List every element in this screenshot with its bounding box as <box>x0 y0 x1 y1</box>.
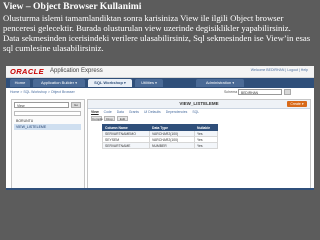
schema-select[interactable]: BEDIRHAN <box>238 89 282 95</box>
object-detail-panel: VIEW_LISTELEME Create ▾ View Code Data G… <box>87 99 311 189</box>
compile-button[interactable]: Compile <box>91 116 103 121</box>
drop-button[interactable]: Drop <box>104 116 115 121</box>
table-cell: NUMBER <box>149 142 195 149</box>
slide-description-line: penceresi gelecektir. Burada olusturulan… <box>3 23 291 33</box>
slide-title: View – Object Browser Kullanimi <box>3 1 142 12</box>
tab-sql-workshop[interactable]: SQL Workshop ▾ <box>88 79 132 87</box>
chevron-down-icon: ▾ <box>75 81 78 85</box>
tab-sql-workshop-label: SQL Workshop <box>94 80 123 85</box>
chevron-down-icon: ▾ <box>155 81 157 85</box>
table-cell: Yes <box>194 142 218 149</box>
view-name-title: VIEW_LISTELEME <box>179 101 219 106</box>
schema-go-button[interactable] <box>284 89 291 95</box>
slide-description-line: sql cumlesine ulasabilirsiniz. <box>3 43 104 53</box>
slide-description-line: Data sekmesinden icerisindeki verilere u… <box>3 33 311 43</box>
apex-header: ORACLE Application Express Welcome BEDIR… <box>6 66 314 78</box>
subtab-view[interactable]: View <box>91 110 99 114</box>
subtab-data[interactable]: Data <box>117 110 124 114</box>
view-title-bar: VIEW_LISTELEME Create ▾ <box>88 100 310 109</box>
object-list-panel: View Go BORUNTU VIEW_LISTELEME <box>11 99 85 189</box>
slide-description-line: Olusturma islemi tamamlandiktan sonra ka… <box>3 13 284 23</box>
object-search-input[interactable] <box>14 111 81 116</box>
schema-label: Schema <box>224 90 238 94</box>
tab-administration-label: Administration <box>205 80 232 85</box>
slide-description: Olusturma islemi tamamlandiktan sonra ka… <box>3 13 319 53</box>
object-list-item-selected[interactable]: VIEW_LISTELEME <box>14 124 81 130</box>
subtab-ui-defaults[interactable]: UI Defaults <box>144 110 161 114</box>
tab-home-label: Home <box>14 80 26 85</box>
object-type-select[interactable]: View <box>14 102 69 108</box>
app-name: Application Express <box>50 68 103 74</box>
tab-application-builder[interactable]: Application Builder ▾ <box>33 79 85 87</box>
tab-utilities-label: Utilities <box>141 80 154 85</box>
object-subtabs: View Code Data Grants UI Defaults Depend… <box>91 110 203 114</box>
subtab-sql[interactable]: SQL <box>192 110 199 114</box>
oracle-logo: ORACLE <box>10 67 45 76</box>
tab-application-builder-label: Application Builder <box>40 80 75 85</box>
footer-divider <box>6 188 314 190</box>
columns-table: Column Name Data Type Nullable SERVARTNA… <box>102 124 218 149</box>
table-cell: SERVARTNAME <box>102 142 150 149</box>
table-row: SERVARTNAME NUMBER Yes <box>102 142 218 149</box>
chevron-down-icon: ▾ <box>124 81 126 85</box>
edit-button[interactable]: Edit <box>117 116 128 121</box>
object-type-go-button[interactable]: Go <box>71 102 81 108</box>
user-links[interactable]: Welcome BEDIRHAN | Logout | Help <box>251 68 308 72</box>
main-tabbar: Home Application Builder ▾ SQL Workshop … <box>6 78 314 88</box>
tab-administration[interactable]: Administration ▾ <box>196 79 244 87</box>
subtab-code[interactable]: Code <box>104 110 112 114</box>
subtab-dependencies[interactable]: Dependencies <box>166 110 188 114</box>
create-button[interactable]: Create ▾ <box>287 101 307 107</box>
breadcrumb[interactable]: Home > SQL Workshop > Object Browser <box>10 90 75 94</box>
tab-home[interactable]: Home <box>10 79 30 87</box>
apex-screenshot: ORACLE Application Express Welcome BEDIR… <box>6 66 314 190</box>
subtab-grants[interactable]: Grants <box>129 110 139 114</box>
tab-utilities[interactable]: Utilities ▾ <box>135 79 163 87</box>
chevron-down-icon: ▾ <box>232 81 235 85</box>
